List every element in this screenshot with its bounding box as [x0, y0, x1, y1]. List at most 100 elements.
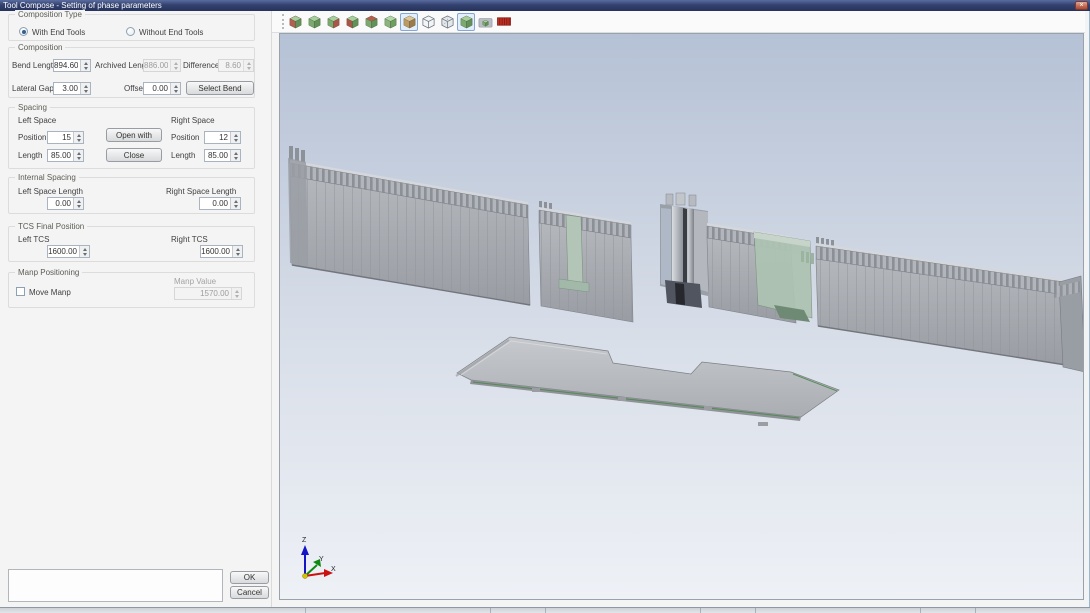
manp-value-field: [174, 287, 242, 300]
window-edge: [1085, 11, 1090, 607]
green-segment-left: [566, 215, 583, 286]
left-space-length-spinner[interactable]: [73, 198, 83, 209]
tool-compose-dialog: Tool Compose - Setting of phase paramete…: [0, 0, 1090, 613]
move-manp-checkbox[interactable]: [16, 287, 25, 296]
left-space-length-label: Left Space Length: [18, 187, 83, 196]
right-space-length-label: Right Space Length: [166, 187, 236, 196]
difference-spinner: [243, 60, 253, 71]
lateral-gap-spinner[interactable]: [80, 83, 90, 94]
left-position-input[interactable]: [48, 132, 73, 143]
manp-group: Manp Positioning Move Manp Manp Value: [8, 272, 255, 308]
cube-green-red-left-icon[interactable]: [343, 13, 361, 31]
tool-holder-center: [660, 193, 708, 308]
right-length-label: Length: [171, 151, 195, 160]
manp-value-spinner: [231, 288, 241, 299]
manp-value-input: [175, 288, 231, 299]
ok-button[interactable]: OK: [230, 571, 269, 584]
cube-green-red-top-icon[interactable]: [362, 13, 380, 31]
right-position-spinner[interactable]: [230, 132, 240, 143]
red-comb-icon[interactable]: [495, 13, 513, 31]
left-tcs-input[interactable]: [48, 246, 79, 257]
left-space-length-field[interactable]: [47, 197, 84, 210]
move-manp-label[interactable]: Move Manp: [29, 288, 71, 297]
open-with-button[interactable]: Open with: [106, 128, 162, 142]
composition-type-group: Composition Type With End Tools Without …: [8, 14, 255, 41]
right-length-field[interactable]: [204, 149, 241, 162]
archived-length-spinner: [170, 60, 180, 71]
right-tcs-label: Right TCS: [171, 235, 208, 244]
archived-length-input: [144, 60, 170, 71]
composition-title: Composition: [15, 43, 65, 52]
composition-group: Composition Bend Length Archived Length …: [8, 47, 255, 98]
cancel-button[interactable]: Cancel: [230, 586, 269, 599]
cube-shaded-red-front-icon[interactable]: [286, 13, 304, 31]
right-space-length-field[interactable]: [199, 197, 241, 210]
toolbar-grip[interactable]: [282, 14, 285, 29]
cube-shaded-green-icon[interactable]: [305, 13, 323, 31]
bend-length-input[interactable]: [54, 60, 80, 71]
panel-divider: [271, 11, 272, 607]
lateral-gap-input[interactable]: [54, 83, 80, 94]
message-box[interactable]: [8, 569, 223, 602]
without-end-tools-radio[interactable]: [126, 27, 135, 36]
left-length-spinner[interactable]: [73, 150, 83, 161]
right-position-input[interactable]: [205, 132, 230, 143]
difference-input: [219, 60, 243, 71]
spacing-title: Spacing: [15, 103, 50, 112]
bend-length-field[interactable]: [53, 59, 91, 72]
select-bend-button[interactable]: Select Bend: [186, 81, 254, 95]
right-space-length-spinner[interactable]: [230, 198, 240, 209]
lateral-gap-label: Lateral Gap: [12, 84, 54, 93]
archived-length-field: [143, 59, 181, 72]
difference-label: Difference: [183, 61, 219, 70]
right-space-length-input[interactable]: [200, 198, 230, 209]
left-tcs-label: Left TCS: [18, 235, 49, 244]
tcs-title: TCS Final Position: [15, 222, 87, 231]
bend-length-spinner[interactable]: [80, 60, 90, 71]
with-end-tools-label[interactable]: With End Tools: [32, 28, 85, 37]
right-length-spinner[interactable]: [230, 150, 240, 161]
close-icon[interactable]: ×: [1075, 1, 1088, 10]
tcs-group: TCS Final Position Left TCS Right TCS: [8, 226, 255, 262]
without-end-tools-label[interactable]: Without End Tools: [139, 28, 203, 37]
bend-length-label: Bend Length: [12, 61, 57, 70]
difference-field: [218, 59, 254, 72]
offset-spinner[interactable]: [170, 83, 180, 94]
left-position-spinner[interactable]: [73, 132, 83, 143]
window-title: Tool Compose - Setting of phase paramete…: [3, 1, 162, 10]
left-position-label: Position: [18, 133, 46, 142]
titlebar[interactable]: Tool Compose - Setting of phase paramete…: [0, 0, 1090, 11]
cube-shaded-selected-icon[interactable]: [457, 13, 475, 31]
right-space-title: Right Space: [171, 116, 215, 125]
lateral-gap-field[interactable]: [53, 82, 91, 95]
left-length-input[interactable]: [48, 150, 73, 161]
right-tcs-input[interactable]: [201, 246, 232, 257]
viewport-3d[interactable]: Z Y X: [279, 33, 1084, 600]
with-end-tools-radio[interactable]: [19, 27, 28, 36]
cube-green-red-side-icon[interactable]: [324, 13, 342, 31]
cube-wireframe-hidden-icon[interactable]: [438, 13, 456, 31]
cube-shaded-tan-icon[interactable]: [400, 13, 418, 31]
cube-wireframe-icon[interactable]: [419, 13, 437, 31]
left-space-title: Left Space: [18, 116, 56, 125]
offset-field[interactable]: [143, 82, 181, 95]
left-position-field[interactable]: [47, 131, 84, 144]
internal-spacing-group: Internal Spacing Left Space Length Right…: [8, 177, 255, 214]
cube-on-plane-icon[interactable]: [476, 13, 494, 31]
right-position-field[interactable]: [204, 131, 241, 144]
left-space-length-input[interactable]: [48, 198, 73, 209]
right-tcs-field[interactable]: [200, 245, 243, 258]
taskbar-edge: [0, 607, 1090, 613]
composition-type-title: Composition Type: [15, 10, 85, 19]
right-length-input[interactable]: [205, 150, 230, 161]
manp-value-label: Manp Value: [174, 277, 216, 286]
left-tcs-field[interactable]: [47, 245, 90, 258]
offset-input[interactable]: [144, 83, 170, 94]
left-length-field[interactable]: [47, 149, 84, 162]
cube-shaded-light-green-icon[interactable]: [381, 13, 399, 31]
right-position-label: Position: [171, 133, 199, 142]
right-tcs-spinner[interactable]: [232, 246, 242, 257]
axis-z-label: Z: [302, 537, 307, 544]
close-button[interactable]: Close: [106, 148, 162, 162]
left-tcs-spinner[interactable]: [79, 246, 89, 257]
